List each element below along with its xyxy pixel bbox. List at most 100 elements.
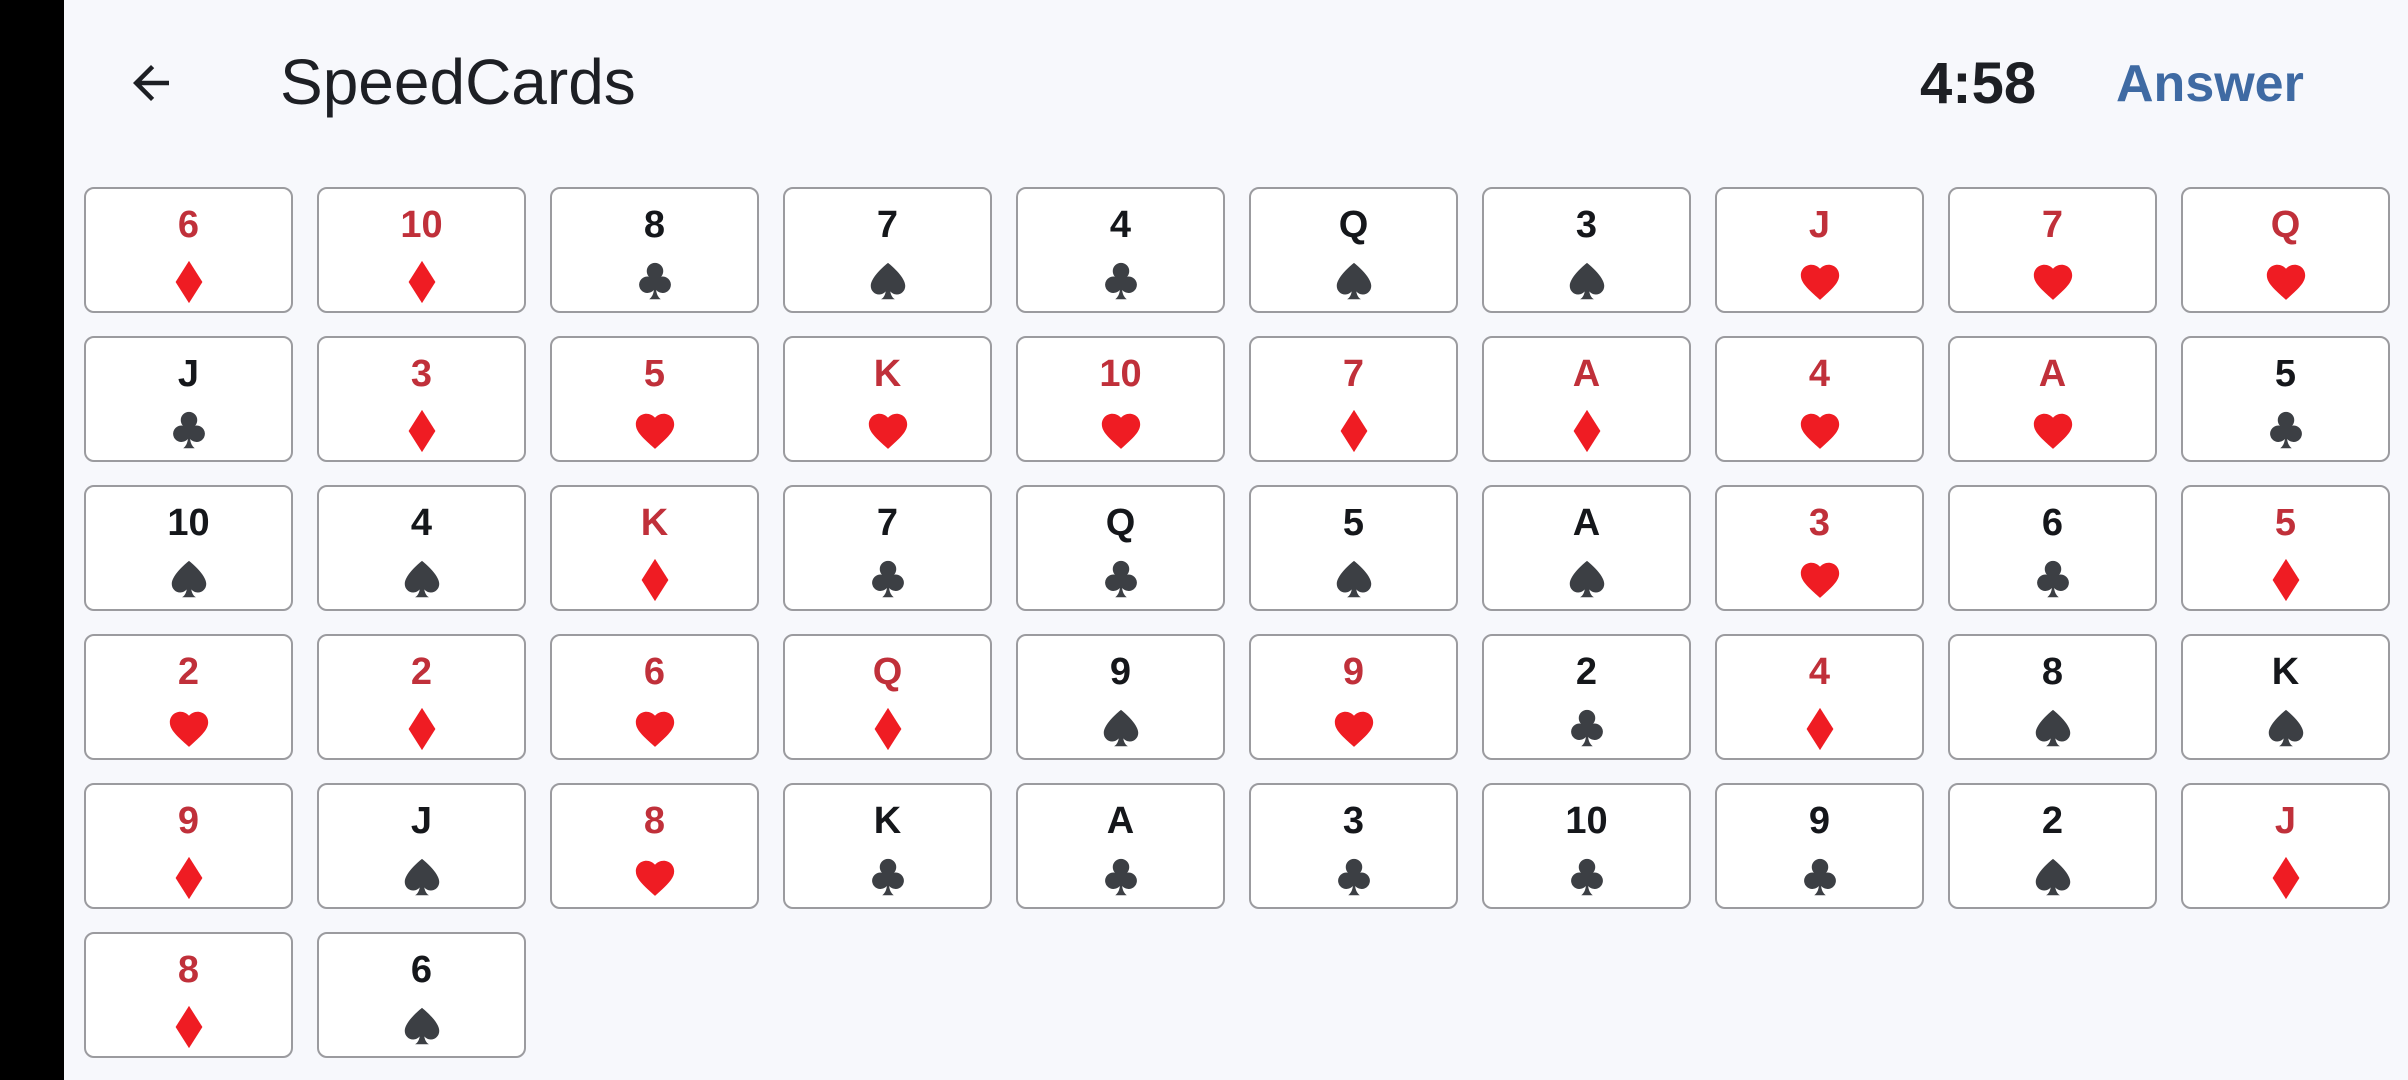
playing-card[interactable]: 10 <box>84 485 293 611</box>
playing-card[interactable]: K <box>783 783 992 909</box>
diamond-icon <box>1795 706 1845 752</box>
club-icon <box>1562 855 1612 901</box>
playing-card[interactable]: 4 <box>317 485 526 611</box>
club-icon <box>164 408 214 454</box>
diamond-icon <box>1329 408 1379 454</box>
playing-card[interactable]: 5 <box>2181 336 2390 462</box>
spade-icon <box>1562 557 1612 603</box>
playing-card[interactable]: 6 <box>1948 485 2157 611</box>
back-button[interactable] <box>116 50 186 120</box>
playing-card[interactable]: 4 <box>1016 187 1225 313</box>
card-rank: 4 <box>1808 651 1831 693</box>
card-rank: 7 <box>876 502 899 544</box>
playing-card[interactable]: K <box>783 336 992 462</box>
playing-card[interactable]: 8 <box>550 187 759 313</box>
spade-icon <box>1329 557 1379 603</box>
card-rank: Q <box>872 651 903 693</box>
card-rank: 10 <box>167 502 210 544</box>
club-icon <box>1096 855 1146 901</box>
playing-card[interactable]: A <box>1948 336 2157 462</box>
playing-card[interactable]: J <box>317 783 526 909</box>
playing-card[interactable]: 5 <box>2181 485 2390 611</box>
playing-card[interactable]: 6 <box>550 634 759 760</box>
playing-card[interactable]: 2 <box>1482 634 1691 760</box>
diamond-icon <box>397 408 447 454</box>
playing-card[interactable]: 3 <box>317 336 526 462</box>
playing-card[interactable]: 9 <box>1016 634 1225 760</box>
playing-card[interactable]: 3 <box>1715 485 1924 611</box>
card-rank: A <box>1572 353 1601 395</box>
playing-card[interactable]: 6 <box>84 187 293 313</box>
heart-icon <box>2261 259 2311 305</box>
playing-card[interactable]: 2 <box>317 634 526 760</box>
heart-icon <box>630 706 680 752</box>
top-app-bar: SpeedCards 4:58 Answer <box>64 0 2408 170</box>
card-rank: 8 <box>177 949 200 991</box>
card-rank: 7 <box>876 204 899 246</box>
playing-card[interactable]: 5 <box>550 336 759 462</box>
card-rank: 9 <box>1342 651 1365 693</box>
card-rank: K <box>873 353 902 395</box>
card-rank: 9 <box>177 800 200 842</box>
playing-card[interactable]: 2 <box>1948 783 2157 909</box>
playing-card[interactable]: 4 <box>1715 634 1924 760</box>
playing-card[interactable]: 7 <box>783 187 992 313</box>
playing-card[interactable]: 3 <box>1482 187 1691 313</box>
answer-button[interactable]: Answer <box>2116 44 2304 124</box>
playing-card[interactable]: 7 <box>1948 187 2157 313</box>
diamond-icon <box>863 706 913 752</box>
card-rank: 10 <box>1099 353 1142 395</box>
card-rank: K <box>640 502 669 544</box>
card-rank: J <box>410 800 433 842</box>
club-icon <box>2028 557 2078 603</box>
playing-card[interactable]: J <box>84 336 293 462</box>
playing-card[interactable]: 8 <box>1948 634 2157 760</box>
playing-card[interactable]: Q <box>1016 485 1225 611</box>
playing-card[interactable]: 5 <box>1249 485 1458 611</box>
playing-card[interactable]: 10 <box>1482 783 1691 909</box>
heart-icon <box>164 706 214 752</box>
card-rank: A <box>1106 800 1135 842</box>
card-rank: 3 <box>1575 204 1598 246</box>
card-rank: 5 <box>643 353 666 395</box>
spade-icon <box>397 557 447 603</box>
playing-card[interactable]: 10 <box>1016 336 1225 462</box>
club-icon <box>630 259 680 305</box>
playing-card[interactable]: K <box>2181 634 2390 760</box>
card-rank: 7 <box>2041 204 2064 246</box>
playing-card[interactable]: Q <box>783 634 992 760</box>
playing-card[interactable]: 8 <box>550 783 759 909</box>
playing-card[interactable]: 6 <box>317 932 526 1058</box>
playing-card[interactable]: 9 <box>1715 783 1924 909</box>
playing-card[interactable]: 7 <box>783 485 992 611</box>
playing-card[interactable]: K <box>550 485 759 611</box>
playing-card[interactable]: 9 <box>84 783 293 909</box>
club-icon <box>1329 855 1379 901</box>
playing-card[interactable]: 10 <box>317 187 526 313</box>
card-rank: J <box>2274 800 2297 842</box>
playing-card[interactable]: Q <box>2181 187 2390 313</box>
playing-card[interactable]: 8 <box>84 932 293 1058</box>
diamond-icon <box>397 259 447 305</box>
card-rank: K <box>873 800 902 842</box>
card-rank: J <box>177 353 200 395</box>
playing-card[interactable]: A <box>1016 783 1225 909</box>
playing-card[interactable]: 4 <box>1715 336 1924 462</box>
playing-card[interactable]: A <box>1482 485 1691 611</box>
playing-card[interactable]: 2 <box>84 634 293 760</box>
card-rank: 6 <box>643 651 666 693</box>
playing-card[interactable]: J <box>2181 783 2390 909</box>
club-icon <box>1096 259 1146 305</box>
playing-card[interactable]: 7 <box>1249 336 1458 462</box>
card-rank: J <box>1808 204 1831 246</box>
playing-card[interactable]: 9 <box>1249 634 1458 760</box>
playing-card[interactable]: J <box>1715 187 1924 313</box>
playing-card[interactable]: A <box>1482 336 1691 462</box>
playing-card[interactable]: 3 <box>1249 783 1458 909</box>
diamond-icon <box>1562 408 1612 454</box>
playing-card[interactable]: Q <box>1249 187 1458 313</box>
heart-icon <box>1096 408 1146 454</box>
card-rank: K <box>2271 651 2300 693</box>
card-rank: 7 <box>1342 353 1365 395</box>
card-rank: 6 <box>177 204 200 246</box>
